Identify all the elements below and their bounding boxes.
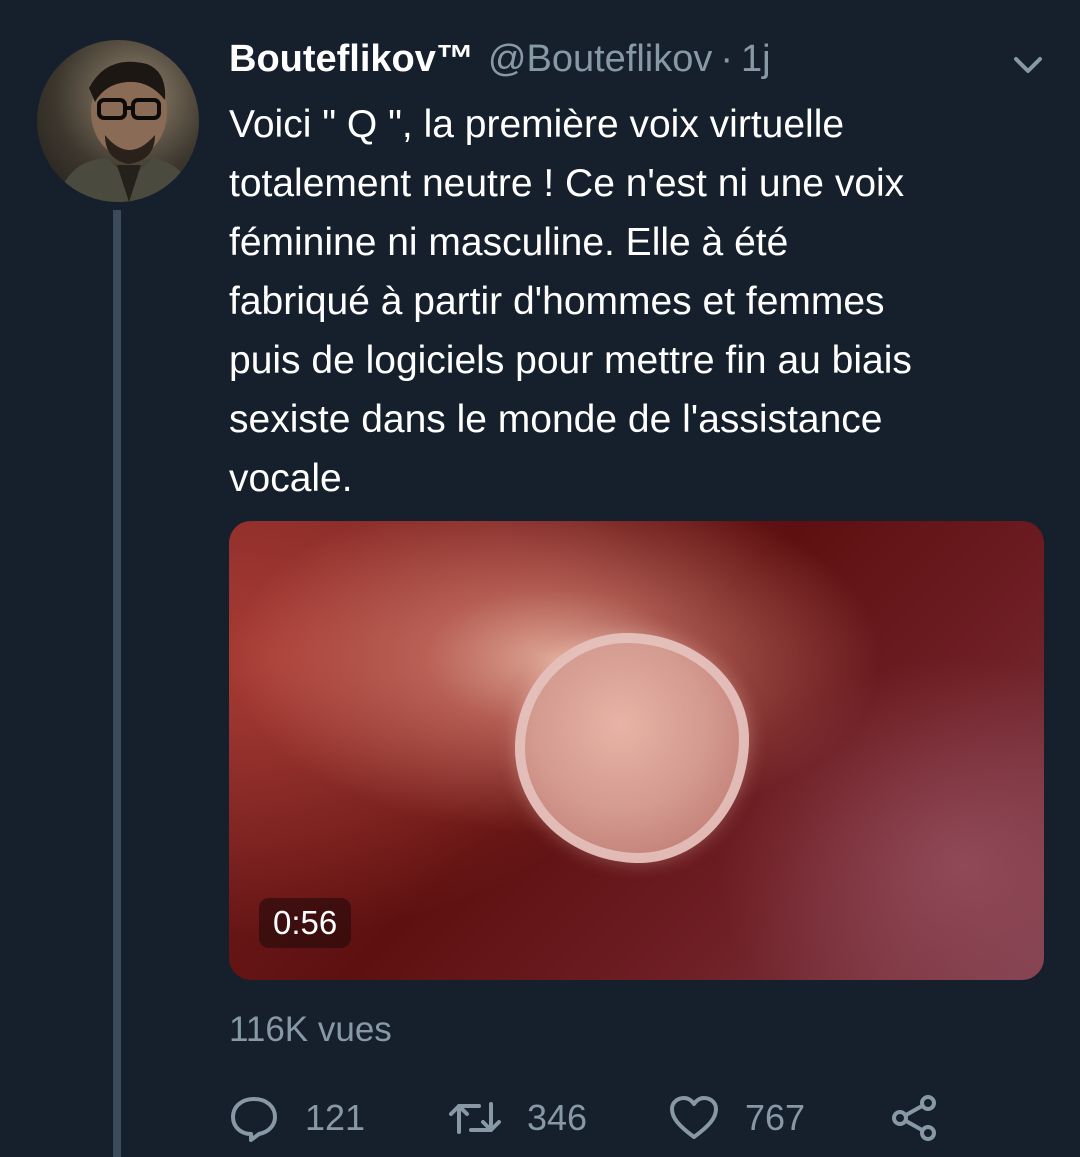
retweet-icon [449,1096,501,1140]
video-player[interactable]: 0:56 [229,521,1044,980]
display-name[interactable]: Bouteflikov™ [229,38,474,81]
like-button[interactable]: 767 [669,1090,805,1146]
chevron-down-icon[interactable] [1008,50,1048,80]
heart-icon [669,1095,719,1141]
like-count: 767 [745,1097,806,1138]
timestamp[interactable]: 1j [741,38,771,81]
reply-icon [229,1094,279,1142]
video-duration-badge: 0:56 [259,898,352,948]
view-count: 116K vues [229,1010,392,1049]
user-handle[interactable]: @Bouteflikov [488,38,712,81]
tweet-header: Bouteflikov™ @Bouteflikov · 1j [229,38,771,86]
retweet-button[interactable]: 346 [449,1090,587,1146]
tweet: Bouteflikov™ @Bouteflikov · 1j Voici " Q… [0,0,1080,1157]
reply-count: 121 [305,1097,366,1138]
share-icon [889,1093,939,1143]
avatar-image [57,61,195,202]
avatar[interactable] [37,40,199,202]
retweet-count: 346 [527,1097,588,1138]
reply-button[interactable]: 121 [229,1090,365,1146]
separator-dot: · [720,38,734,80]
share-button[interactable] [889,1090,939,1146]
tweet-text: Voici " Q ", la première voix virtuelle … [229,103,912,500]
thread-line [113,210,121,1157]
action-bar: 121 346 767 [229,1090,969,1146]
video-thumbnail-sphere [515,633,749,863]
